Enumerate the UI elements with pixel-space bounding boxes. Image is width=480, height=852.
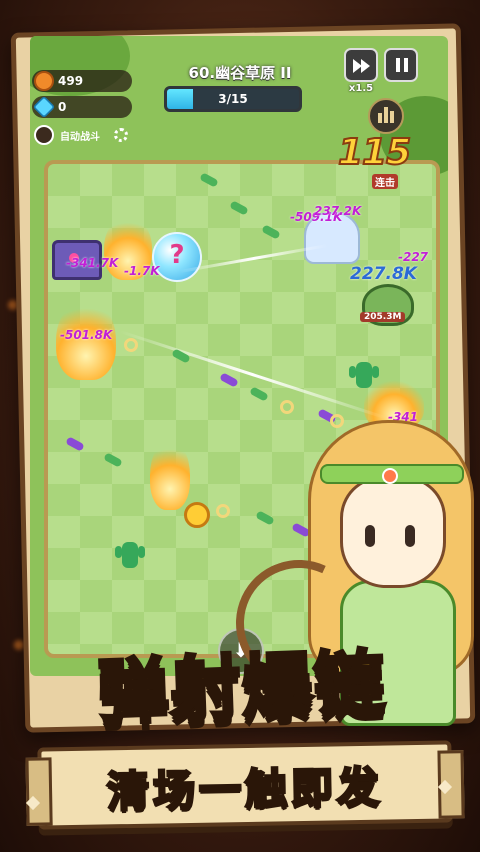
fast-forward-icon	[361, 59, 370, 73]
pause-icon	[396, 58, 400, 72]
cactus-obstacle	[115, 542, 145, 568]
gear-icon[interactable]	[114, 128, 128, 142]
ring-projectile	[280, 400, 294, 414]
coin-icon	[34, 71, 54, 91]
gem-value: 0	[58, 100, 67, 114]
combo-counter: 115	[337, 131, 412, 174]
promo-screen: 499 0 自动战斗 60.幽谷草原 II 3/15 x1.5 115 连击 ?…	[0, 0, 480, 852]
fire-effect	[150, 440, 190, 510]
pause-button[interactable]	[384, 48, 418, 82]
damage-number: -1.7K	[124, 264, 160, 278]
elf-face	[340, 476, 446, 588]
gold-coin-pickup	[184, 502, 210, 528]
ring-projectile	[124, 338, 138, 352]
auto-battle-toggle[interactable]: 自动战斗	[34, 124, 128, 146]
promo-headline: 弹射爆链	[95, 640, 390, 736]
damage-number: -227	[398, 250, 429, 264]
sword-icon	[34, 125, 54, 145]
eye	[365, 525, 375, 547]
combo-label: 连击	[372, 174, 398, 189]
enemy-hp-label: 205.3M	[360, 312, 406, 322]
eye	[405, 525, 415, 547]
gem-counter: 0	[32, 95, 132, 119]
damage-number: -501.8K	[60, 328, 113, 342]
circlet-gem	[382, 468, 398, 484]
speed-label: x1.5	[348, 83, 374, 94]
cactus-obstacle	[349, 362, 379, 388]
gold-value: 499	[58, 74, 84, 88]
damage-number: -341.7K	[66, 256, 119, 270]
ring-projectile	[216, 504, 230, 518]
wave-progress-bar: 3/15	[164, 86, 302, 112]
promo-subtitle: 清场一触即发	[105, 761, 385, 818]
damage-number: 237.2K	[314, 204, 362, 218]
damage-number: 227.8K	[350, 264, 417, 284]
wave-progress-text: 3/15	[218, 92, 248, 106]
auto-battle-label: 自动战斗	[60, 131, 100, 143]
gem-icon	[32, 95, 56, 119]
ranking-icon[interactable]	[368, 98, 404, 134]
question-mark-icon: ?	[169, 240, 185, 270]
stage-title: 60.幽谷草原 II	[188, 64, 292, 82]
speed-button[interactable]: x1.5	[344, 48, 378, 94]
gold-counter: 499	[32, 70, 132, 92]
subtitle-scroll: 清场一触即发	[25, 740, 465, 830]
